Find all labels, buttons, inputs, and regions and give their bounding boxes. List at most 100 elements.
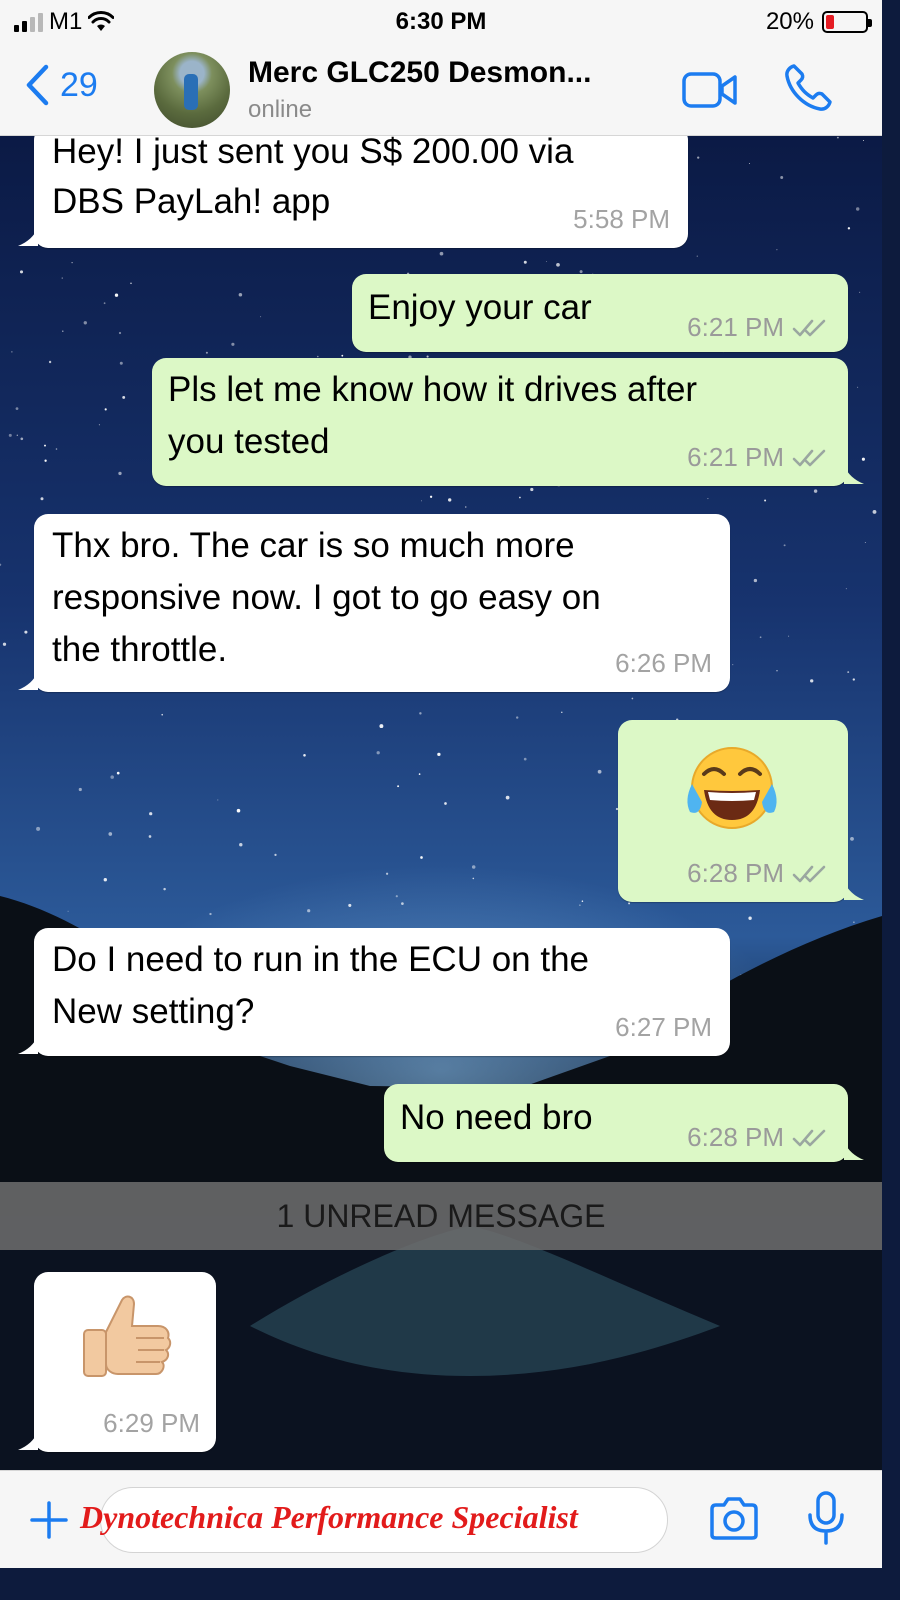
read-receipt-icon (792, 449, 826, 467)
message-outgoing-emoji[interactable]: 6:28 PM (618, 720, 864, 902)
battery-percentage: 20% (765, 8, 814, 35)
message-text-line: the throttle. (52, 630, 228, 669)
status-bar: M1 6:30 PM 20% (0, 0, 882, 44)
star (764, 499, 767, 502)
message-outgoing[interactable]: No need bro 6:28 PM (384, 1084, 864, 1162)
battery-level (826, 15, 834, 29)
star (857, 386, 859, 388)
chat-area[interactable]: Hey! I just sent you S$ 200.00 via DBS P… (0, 136, 882, 1470)
star (862, 139, 865, 142)
star (62, 330, 64, 332)
star (61, 277, 63, 279)
star (561, 711, 563, 714)
star (448, 498, 452, 502)
star (545, 260, 547, 262)
contact-avatar[interactable] (154, 52, 230, 128)
message-text-line: responsive now. I got to go easy on (52, 578, 601, 617)
message-incoming[interactable]: Do I need to run in the ECU on the New s… (18, 928, 730, 1056)
message-text-line: Pls let me know how it drives after (168, 370, 698, 409)
message-text-line: Hey! I just sent you S$ 200.00 via (52, 136, 574, 171)
star (36, 826, 41, 831)
star (16, 434, 18, 436)
star (852, 678, 855, 681)
star (149, 812, 153, 816)
star (788, 635, 790, 637)
star (697, 156, 700, 159)
star (114, 293, 119, 297)
star (523, 260, 527, 264)
star (864, 542, 866, 543)
star (397, 785, 400, 788)
message-incoming[interactable]: Hey! I just sent you S$ 200.00 via DBS P… (18, 136, 688, 248)
camera-icon[interactable] (708, 1495, 760, 1541)
contact-name[interactable]: Merc GLC250 Desmon... (248, 56, 591, 90)
star (55, 448, 58, 450)
bubble-tail (844, 882, 864, 900)
battery-icon (822, 11, 872, 33)
plus-icon[interactable] (30, 1501, 68, 1539)
message-timestamp: 6:29 PM (103, 1408, 200, 1438)
bubble-tail (844, 466, 864, 484)
message-timestamp: 6:21 PM (687, 312, 784, 342)
message-incoming[interactable]: Thx bro. The car is so much more respons… (18, 514, 730, 692)
contact-status: online (248, 96, 313, 123)
star (748, 162, 750, 164)
message-incoming-emoji[interactable]: 6:29 PM (18, 1272, 216, 1452)
read-receipt-icon (792, 1129, 826, 1147)
star (732, 664, 734, 666)
microphone-icon[interactable] (806, 1491, 846, 1545)
star (530, 487, 534, 492)
message-outgoing[interactable]: Enjoy your car 6:21 PM (352, 274, 848, 352)
message-outgoing[interactable]: Pls let me know how it drives after you … (152, 358, 864, 486)
star (872, 509, 877, 514)
star (376, 751, 380, 755)
star (813, 489, 818, 493)
star (44, 459, 47, 462)
star (83, 321, 87, 325)
star (836, 136, 839, 139)
bubble-tail (18, 228, 38, 246)
watermark-overlay-text: Dynotechnica Performance Specialist (80, 1499, 578, 1535)
star (238, 292, 243, 297)
star (523, 757, 527, 761)
star (519, 496, 521, 499)
chat-header: 29 Merc GLC250 Desmon... online (0, 44, 882, 136)
star (439, 251, 444, 256)
message-timestamp: 6:28 PM (687, 1122, 784, 1152)
star (118, 471, 122, 476)
chevron-left-icon (26, 64, 49, 106)
star (303, 754, 306, 757)
bubble-tail (844, 1142, 864, 1160)
star (98, 424, 100, 426)
star (236, 808, 241, 813)
star (118, 331, 122, 335)
star (780, 176, 784, 179)
star (859, 291, 861, 293)
message-timestamp: 6:26 PM (615, 648, 712, 678)
star (855, 207, 860, 211)
star (759, 636, 762, 639)
message-text-line: DBS PayLah! app (52, 182, 331, 221)
star (379, 724, 384, 729)
star (341, 354, 344, 357)
star (11, 351, 13, 353)
status-right: 20% (765, 8, 872, 36)
message-text-line: No need bro (400, 1098, 593, 1137)
star (579, 270, 583, 274)
star (239, 843, 243, 847)
star (19, 270, 24, 274)
star (148, 835, 152, 838)
star (231, 342, 235, 346)
read-receipt-icon (792, 319, 826, 337)
star (116, 771, 120, 775)
message-timestamp: 5:58 PM (573, 204, 670, 234)
star (707, 498, 709, 500)
star (437, 752, 441, 757)
phone-icon[interactable] (782, 62, 834, 114)
message-timestamp: 6:27 PM (615, 1012, 712, 1042)
message-text-line: Thx bro. The car is so much more (52, 526, 575, 565)
back-button[interactable]: 29 (24, 64, 98, 106)
video-camera-icon[interactable] (682, 70, 738, 110)
bubble-tail (18, 1432, 38, 1450)
star (48, 360, 52, 364)
